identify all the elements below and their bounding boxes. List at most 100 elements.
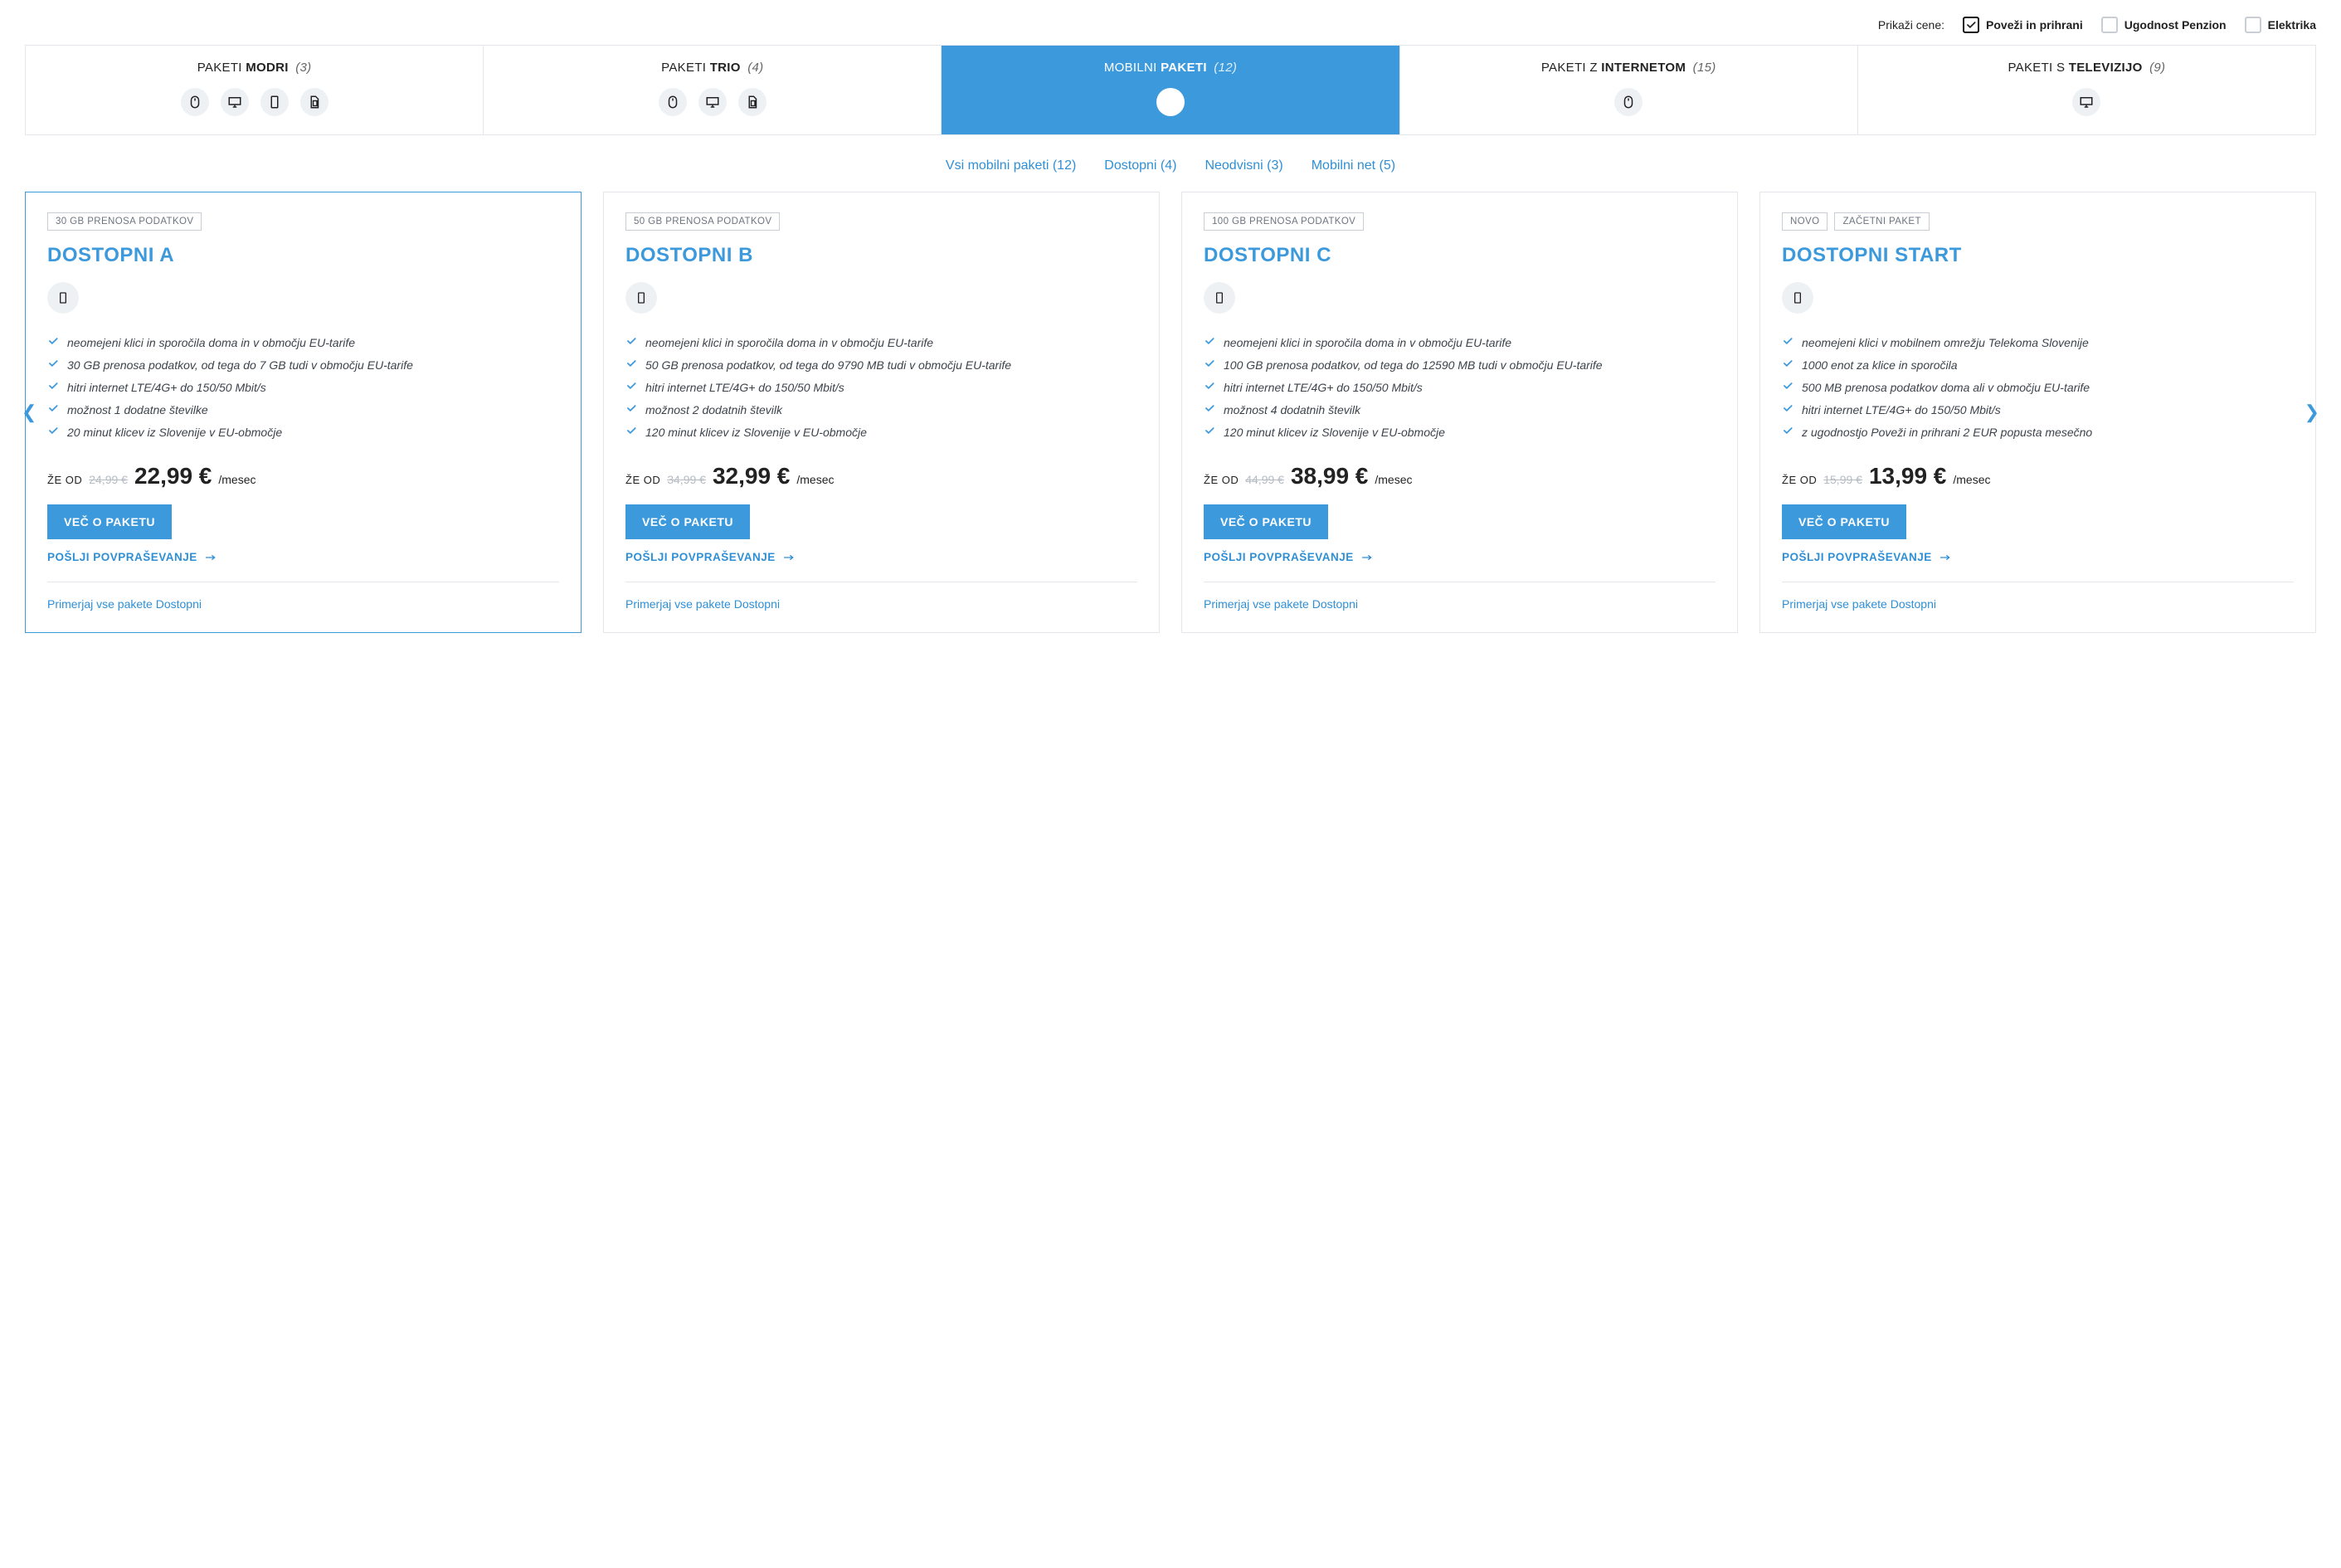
check-icon [1204,425,1215,441]
package-cards: 30 GB PRENOSA PODATKOV DOSTOPNI A neomej… [25,192,2316,633]
inquiry-link[interactable]: POŠLJI POVPRAŠEVANJE [1782,551,2294,563]
check-icon [625,358,637,373]
toggle-penzion[interactable]: Ugodnost Penzion [2101,17,2227,33]
arrow-icon [782,553,796,562]
feature-item: z ugodnostjo Poveži in prihrani 2 EUR po… [1782,425,2294,441]
check-icon [625,335,637,351]
more-button[interactable]: VEČ O PAKETU [1782,504,1906,539]
feature-item: hitri internet LTE/4G+ do 150/50 Mbit/s [47,380,559,396]
phone-icon [1204,282,1235,314]
feature-text: hitri internet LTE/4G+ do 150/50 Mbit/s [67,380,266,396]
package-title: DOSTOPNI B [625,244,1137,267]
inquiry-text: POŠLJI POVPRAŠEVANJE [1782,551,1932,563]
monitor-icon [698,88,727,116]
compare-link[interactable]: Primerjaj vse pakete Dostopni [1204,597,1716,611]
feature-text: 120 minut klicev iz Slovenije v EU-območ… [1224,425,1445,441]
phone-icon [625,282,657,314]
feature-item: neomejeni klici v mobilnem omrežju Telek… [1782,335,2294,351]
feature-list: neomejeni klici in sporočila doma in v o… [47,335,559,446]
tab-count: (4) [747,61,763,75]
tab-title: PAKETI Z INTERNETOM (15) [1409,61,1849,75]
tab-count: (15) [1693,61,1716,75]
feature-item: 500 MB prenosa podatkov doma ali v območ… [1782,380,2294,396]
check-icon [625,425,637,441]
inquiry-text: POŠLJI POVPRAŠEVANJE [1204,551,1354,563]
feature-item: 20 minut klicev iz Slovenije v EU-območj… [47,425,559,441]
arrow-icon [1360,553,1374,562]
compare-link[interactable]: Primerjaj vse pakete Dostopni [47,597,559,611]
subfilter-link[interactable]: Neodvisni (3) [1205,158,1282,173]
check-icon [1204,358,1215,373]
sim-icon [300,88,329,116]
arrow-icon [1939,553,1952,562]
toggle-label: Elektrika [2268,18,2316,32]
price-row: ŽE OD 24,99 € 22,99 € /mesec [47,463,559,489]
price-period: /mesec [218,473,256,486]
phone-icon [1156,88,1185,116]
toggle-povezi[interactable]: Poveži in prihrani [1963,17,2083,33]
more-button[interactable]: VEČ O PAKETU [47,504,172,539]
price-old: 15,99 € [1823,473,1862,486]
tab-count: (12) [1214,61,1237,75]
arrow-icon [204,553,217,562]
subfilter-link[interactable]: Vsi mobilni paketi (12) [946,158,1076,173]
subfilter-link[interactable]: Dostopni (4) [1104,158,1176,173]
price-period: /mesec [796,473,834,486]
more-button[interactable]: VEČ O PAKETU [1204,504,1328,539]
tab-title: PAKETI S TELEVIZIJO (9) [1866,61,2307,75]
price-lead: ŽE OD [1204,474,1239,486]
price-lead: ŽE OD [625,474,660,486]
check-icon [1782,335,1793,351]
feature-item: možnost 2 dodatnih številk [625,402,1137,418]
feature-item: 100 GB prenosa podatkov, od tega do 1259… [1204,358,1716,373]
feature-text: hitri internet LTE/4G+ do 150/50 Mbit/s [1802,402,2001,418]
category-tab[interactable]: PAKETI MODRI (3) [26,46,484,134]
feature-text: 500 MB prenosa podatkov doma ali v območ… [1802,380,2090,396]
category-tab[interactable]: MOBILNI PAKETI (12) [942,46,1399,134]
package-title: DOSTOPNI START [1782,244,2294,267]
price-toggles-label: Prikaži cene: [1878,18,1944,32]
price-lead: ŽE OD [1782,474,1817,486]
more-button[interactable]: VEČ O PAKETU [625,504,750,539]
feature-item: neomejeni klici in sporočila doma in v o… [47,335,559,351]
carousel-prev-button[interactable]: ❮ [22,402,37,423]
feature-text: neomejeni klici in sporočila doma in v o… [645,335,933,351]
feature-item: 120 minut klicev iz Slovenije v EU-območ… [625,425,1137,441]
check-icon [1782,380,1793,396]
package-card: 100 GB PRENOSA PODATKOV DOSTOPNI C neome… [1181,192,1738,633]
inquiry-link[interactable]: POŠLJI POVPRAŠEVANJE [625,551,1137,563]
toggle-elektrika[interactable]: Elektrika [2245,17,2316,33]
package-title: DOSTOPNI A [47,244,559,267]
package-badge: 100 GB PRENOSA PODATKOV [1204,212,1364,231]
feature-item: neomejeni klici in sporočila doma in v o… [1204,335,1716,351]
inquiry-link[interactable]: POŠLJI POVPRAŠEVANJE [1204,551,1716,563]
check-icon [1204,402,1215,418]
feature-text: neomejeni klici v mobilnem omrežju Telek… [1802,335,2089,351]
feature-item: hitri internet LTE/4G+ do 150/50 Mbit/s [1204,380,1716,396]
phone-icon [260,88,289,116]
category-tab[interactable]: PAKETI TRIO (4) [484,46,942,134]
feature-text: 20 minut klicev iz Slovenije v EU-območj… [67,425,282,441]
feature-text: možnost 2 dodatnih številk [645,402,782,418]
feature-item: 30 GB prenosa podatkov, od tega do 7 GB … [47,358,559,373]
feature-text: 30 GB prenosa podatkov, od tega do 7 GB … [67,358,413,373]
feature-item: neomejeni klici in sporočila doma in v o… [625,335,1137,351]
subfilter-link[interactable]: Mobilni net (5) [1312,158,1395,173]
package-badge: NOVO [1782,212,1828,231]
feature-item: 120 minut klicev iz Slovenije v EU-območ… [1204,425,1716,441]
check-icon [47,402,59,418]
check-icon [1204,335,1215,351]
category-tab[interactable]: PAKETI Z INTERNETOM (15) [1400,46,1858,134]
compare-link[interactable]: Primerjaj vse pakete Dostopni [625,597,1137,611]
feature-text: hitri internet LTE/4G+ do 150/50 Mbit/s [645,380,844,396]
compare-link[interactable]: Primerjaj vse pakete Dostopni [1782,597,2294,611]
carousel-next-button[interactable]: ❯ [2304,402,2319,423]
check-icon [625,380,637,396]
category-tab[interactable]: PAKETI S TELEVIZIJO (9) [1858,46,2315,134]
price-old: 24,99 € [89,473,128,486]
price-amount: 38,99 € [1291,463,1368,489]
price-period: /mesec [1953,473,1990,486]
inquiry-link[interactable]: POŠLJI POVPRAŠEVANJE [47,551,559,563]
price-old: 34,99 € [667,473,706,486]
package-card: 30 GB PRENOSA PODATKOV DOSTOPNI A neomej… [25,192,582,633]
